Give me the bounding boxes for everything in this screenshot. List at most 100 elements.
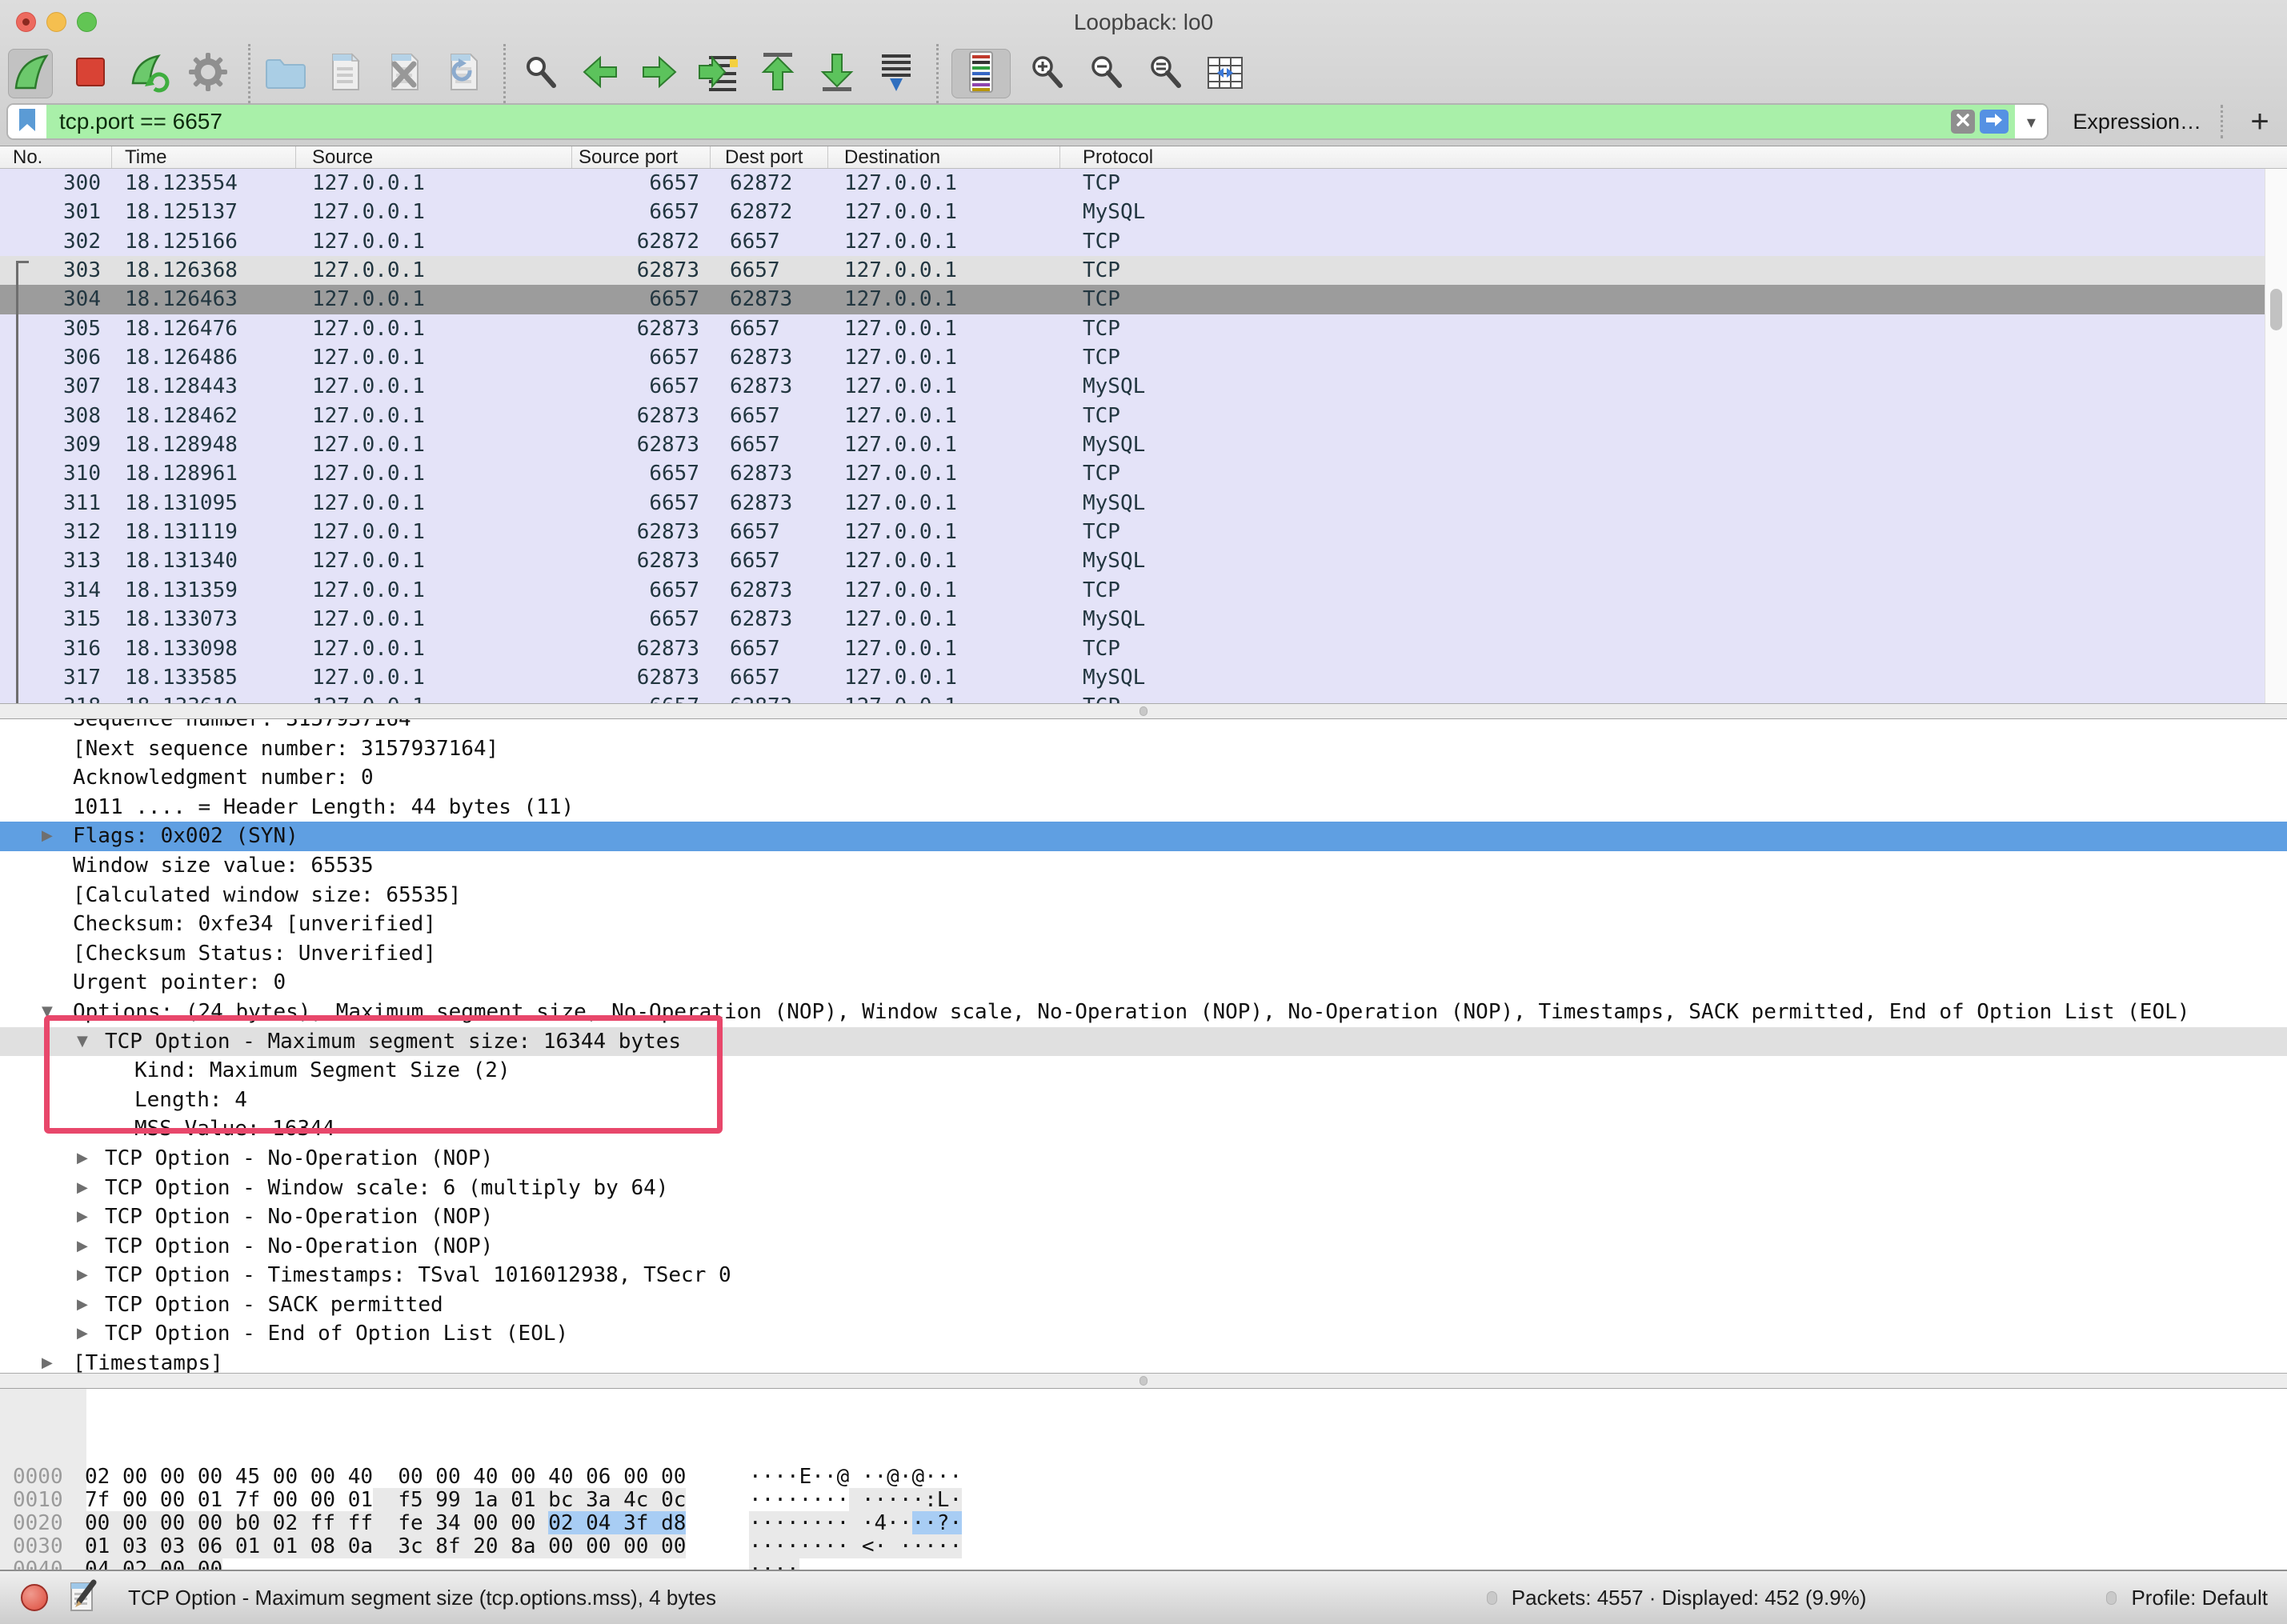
detail-row[interactable]: Checksum: 0xfe34 [unverified] bbox=[0, 910, 2287, 939]
find-packet-button[interactable] bbox=[519, 49, 563, 98]
hex-segment[interactable]: f5 99 1a 01 bc 3a 4c 0c bbox=[398, 1488, 686, 1512]
chevron-down-icon[interactable]: ▼ bbox=[42, 998, 53, 1027]
capture-comment-icon[interactable] bbox=[69, 1577, 98, 1619]
open-file-button[interactable] bbox=[263, 49, 308, 98]
go-to-packet-button[interactable] bbox=[696, 49, 741, 98]
detail-row[interactable]: ▶Flags: 0x002 (SYN) bbox=[0, 822, 2287, 851]
save-file-button[interactable] bbox=[322, 49, 367, 98]
column-header-destination[interactable]: Destination bbox=[828, 146, 1060, 168]
profile-group[interactable]: Profile: Default bbox=[2106, 1586, 2268, 1610]
packet-row[interactable]: 31618.133098127.0.0.1628736657127.0.0.1T… bbox=[0, 634, 2265, 663]
hex-segment[interactable]: 02 00 00 00 45 00 00 40 00 00 40 00 40 0… bbox=[85, 1465, 686, 1489]
zoom-in-button[interactable] bbox=[1025, 49, 1070, 98]
ascii-segment[interactable]: ···· bbox=[749, 1558, 799, 1570]
column-header-no[interactable]: No. bbox=[0, 146, 112, 168]
packet-row[interactable]: 30318.126368127.0.0.1628736657127.0.0.1T… bbox=[0, 256, 2265, 285]
filter-clear-button[interactable] bbox=[1951, 110, 1975, 134]
auto-scroll-button[interactable] bbox=[874, 49, 919, 98]
filter-history-dropdown[interactable]: ▾ bbox=[2015, 105, 2047, 138]
display-filter-field[interactable]: tcp.port == 6657 ▾ bbox=[6, 103, 2049, 140]
add-filter-button[interactable]: + bbox=[2244, 106, 2276, 138]
detail-row[interactable]: Urgent pointer: 0 bbox=[0, 968, 2287, 998]
detail-row[interactable]: Sequence number: 3157937164 bbox=[0, 719, 2287, 734]
detail-row[interactable]: ▶TCP Option - End of Option List (EOL) bbox=[0, 1319, 2287, 1349]
expression-button[interactable]: Expression… bbox=[2073, 110, 2201, 134]
chevron-right-icon[interactable]: ▶ bbox=[77, 1261, 88, 1290]
detail-row[interactable]: ▶TCP Option - Timestamps: TSval 10160129… bbox=[0, 1261, 2287, 1290]
zoom-reset-button[interactable] bbox=[1144, 49, 1188, 98]
chevron-right-icon[interactable]: ▶ bbox=[42, 822, 53, 851]
column-header-source[interactable]: Source bbox=[296, 146, 572, 168]
packet-row[interactable]: 31318.131340127.0.0.1628736657127.0.0.1M… bbox=[0, 546, 2265, 575]
ascii-segment[interactable]: ··?· bbox=[912, 1511, 963, 1535]
scrollbar-thumb[interactable] bbox=[2270, 289, 2282, 330]
packet-row[interactable]: 30918.128948127.0.0.1628736657127.0.0.1M… bbox=[0, 430, 2265, 459]
hex-row[interactable]: 003001 03 03 06 01 01 08 0a 3c 8f 20 8a … bbox=[0, 1535, 2287, 1558]
pane-splitter-top[interactable] bbox=[0, 703, 2287, 719]
packet-row[interactable]: 31018.128961127.0.0.1665762873127.0.0.1T… bbox=[0, 459, 2265, 488]
column-header-dest-port[interactable]: Dest port bbox=[711, 146, 828, 168]
chevron-right-icon[interactable]: ▶ bbox=[42, 1349, 53, 1373]
detail-row[interactable]: Kind: Maximum Segment Size (2) bbox=[0, 1056, 2287, 1086]
chevron-down-icon[interactable]: ▼ bbox=[77, 1027, 88, 1057]
detail-row[interactable]: Window size value: 65535 bbox=[0, 851, 2287, 881]
hex-segment[interactable]: 04 02 00 00 bbox=[85, 1558, 222, 1570]
go-last-button[interactable] bbox=[815, 49, 859, 98]
chevron-right-icon[interactable]: ▶ bbox=[77, 1232, 88, 1262]
packet-row[interactable]: 30718.128443127.0.0.1665762873127.0.0.1M… bbox=[0, 372, 2265, 401]
hex-row[interactable]: 002000 00 00 00 b0 02 ff ff fe 34 00 00 … bbox=[0, 1512, 2287, 1535]
capture-options-button[interactable] bbox=[186, 49, 230, 98]
filter-bookmark-button[interactable] bbox=[8, 105, 46, 138]
detail-row[interactable]: ▶TCP Option - No-Operation (NOP) bbox=[0, 1144, 2287, 1174]
titlebar[interactable]: Loopback: lo0 bbox=[0, 0, 2287, 45]
detail-row[interactable]: ▶TCP Option - SACK permitted bbox=[0, 1290, 2287, 1320]
close-file-button[interactable] bbox=[382, 49, 427, 98]
detail-row[interactable]: ▼Options: (24 bytes), Maximum segment si… bbox=[0, 998, 2287, 1027]
hex-row[interactable]: 004004 02 00 00···· bbox=[0, 1558, 2287, 1570]
ascii-segment[interactable]: ········ ·4·· bbox=[749, 1511, 912, 1535]
packet-row[interactable]: 30518.126476127.0.0.1628736657127.0.0.1T… bbox=[0, 314, 2265, 343]
hex-segment[interactable]: 00 00 00 00 b0 02 ff ff fe 34 00 00 bbox=[85, 1511, 548, 1535]
chevron-right-icon[interactable]: ▶ bbox=[77, 1144, 88, 1174]
packet-row[interactable]: 30418.126463127.0.0.1665762873127.0.0.1T… bbox=[0, 285, 2265, 314]
packet-row[interactable]: 30818.128462127.0.0.1628736657127.0.0.1T… bbox=[0, 402, 2265, 430]
detail-row[interactable]: ▶[Timestamps] bbox=[0, 1349, 2287, 1373]
detail-row[interactable]: ▼TCP Option - Maximum segment size: 1634… bbox=[0, 1027, 2287, 1057]
ascii-segment[interactable]: ····E··@ ··@·@··· bbox=[749, 1465, 962, 1489]
detail-row[interactable]: ▶TCP Option - No-Operation (NOP) bbox=[0, 1232, 2287, 1262]
go-forward-button[interactable] bbox=[637, 49, 682, 98]
ascii-segment[interactable]: ·····:L· bbox=[862, 1488, 962, 1512]
detail-row[interactable]: Length: 4 bbox=[0, 1086, 2287, 1115]
hex-row[interactable]: 000002 00 00 00 45 00 00 40 00 00 40 00 … bbox=[0, 1466, 2287, 1489]
packet-row[interactable]: 30218.125166127.0.0.1628726657127.0.0.1T… bbox=[0, 227, 2265, 256]
chevron-right-icon[interactable]: ▶ bbox=[77, 1290, 88, 1320]
zoom-out-button[interactable] bbox=[1084, 49, 1129, 98]
chevron-right-icon[interactable]: ▶ bbox=[77, 1319, 88, 1349]
column-header-source-port[interactable]: Source port bbox=[572, 146, 711, 168]
detail-row[interactable]: ▶TCP Option - Window scale: 6 (multiply … bbox=[0, 1174, 2287, 1203]
go-back-button[interactable] bbox=[578, 49, 623, 98]
detail-row[interactable]: [Checksum Status: Unverified] bbox=[0, 939, 2287, 969]
expert-info-icon[interactable] bbox=[21, 1584, 48, 1611]
colorize-packets-button[interactable] bbox=[951, 49, 1011, 98]
packet-list-scrollbar[interactable] bbox=[2265, 169, 2287, 703]
detail-row[interactable]: [Next sequence number: 3157937164] bbox=[0, 734, 2287, 764]
hex-segment[interactable]: 7f 00 00 01 7f 00 00 01 bbox=[85, 1488, 373, 1512]
stop-capture-button[interactable] bbox=[67, 49, 112, 98]
column-header-protocol[interactable]: Protocol bbox=[1060, 146, 2287, 168]
filter-apply-button[interactable] bbox=[1980, 110, 2009, 134]
hex-segment[interactable]: 01 03 03 06 01 01 08 0a 3c 8f 20 8a 00 0… bbox=[85, 1534, 686, 1558]
go-first-button[interactable] bbox=[755, 49, 800, 98]
detail-row[interactable]: ▶TCP Option - No-Operation (NOP) bbox=[0, 1202, 2287, 1232]
chevron-right-icon[interactable]: ▶ bbox=[77, 1202, 88, 1232]
packet-row[interactable]: 31418.131359127.0.0.1665762873127.0.0.1T… bbox=[0, 576, 2265, 605]
hex-row[interactable]: 00107f 00 00 01 7f 00 00 01 f5 99 1a 01 … bbox=[0, 1489, 2287, 1512]
resize-columns-button[interactable] bbox=[1203, 49, 1248, 98]
packet-row[interactable]: 31118.131095127.0.0.1665762873127.0.0.1M… bbox=[0, 489, 2265, 518]
reload-file-button[interactable] bbox=[441, 49, 486, 98]
detail-row[interactable]: 1011 .... = Header Length: 44 bytes (11) bbox=[0, 793, 2287, 822]
packet-row[interactable]: 30018.123554127.0.0.1665762872127.0.0.1T… bbox=[0, 169, 2265, 198]
packet-row[interactable]: 31218.131119127.0.0.1628736657127.0.0.1T… bbox=[0, 518, 2265, 546]
detail-row[interactable]: MSS Value: 16344 bbox=[0, 1114, 2287, 1144]
packet-row[interactable]: 31818.133610127.0.0.1665762873127.0.0.1T… bbox=[0, 692, 2265, 703]
